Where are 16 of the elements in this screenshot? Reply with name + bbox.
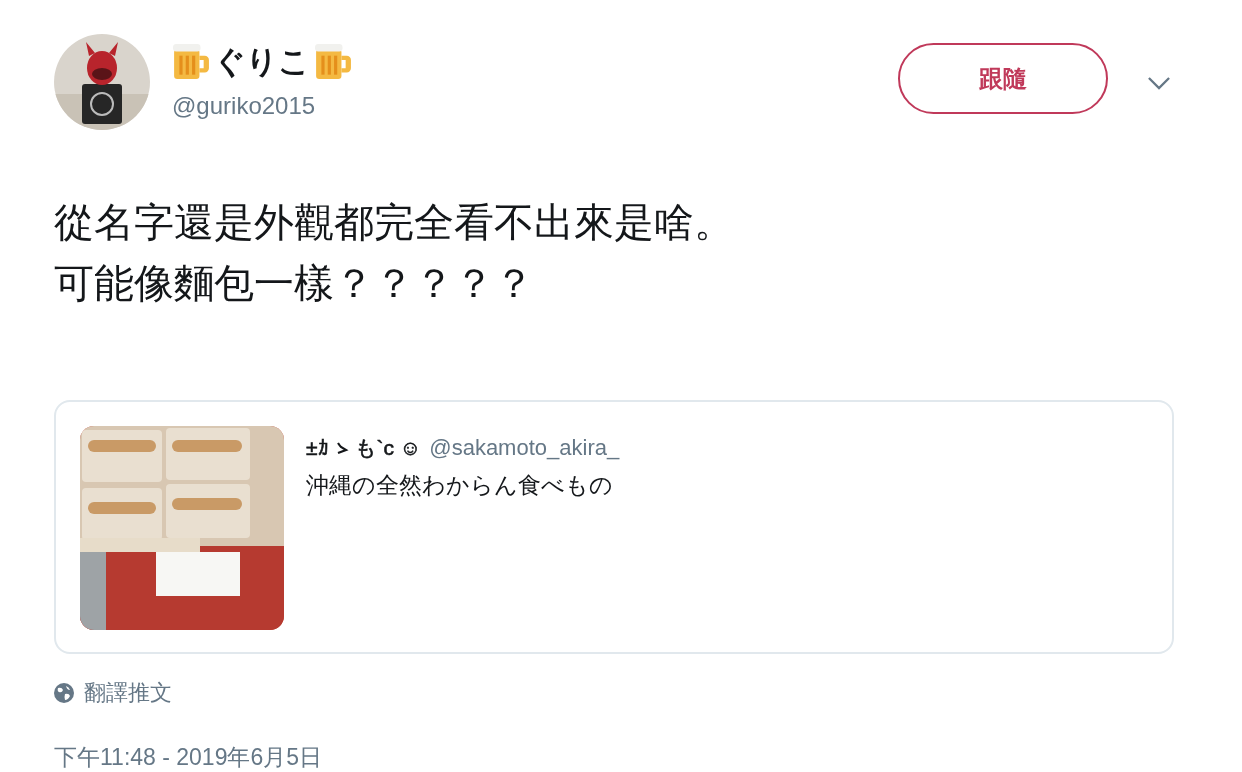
quoted-display-name: も`c ☺ [354,435,422,461]
tweet-text: 從名字還是外觀都完全看不出來是啥。 可能像麵包一樣？？？？？ [54,199,735,307]
hook-sign-icon [334,441,349,455]
follow-button[interactable]: 跟隨 [898,43,1108,114]
beer-mug-icon [172,43,210,81]
user-handle[interactable]: @guriko2015 [172,92,898,120]
quoted-user-handle: @sakamoto_akira_ [429,435,620,461]
chevron-down-icon[interactable] [1148,77,1170,90]
translate-tweet-link[interactable]: 翻譯推文 [84,678,172,708]
beer-mug-icon [314,43,352,81]
quoted-display-name: ±ｶ [306,436,329,460]
timestamp[interactable]: 下午11:48 - 2019年6月5日 [54,742,1174,772]
quoted-tweet-text: 沖縄の全然わからん食べもの [306,471,614,500]
quoted-tweet-card[interactable]: ±ｶ も`c ☺ @sakamoto_akira_ 沖縄の全然わからん食べもの [54,400,1174,654]
globe-icon [54,683,74,703]
display-name[interactable]: ぐりこ [214,41,310,83]
